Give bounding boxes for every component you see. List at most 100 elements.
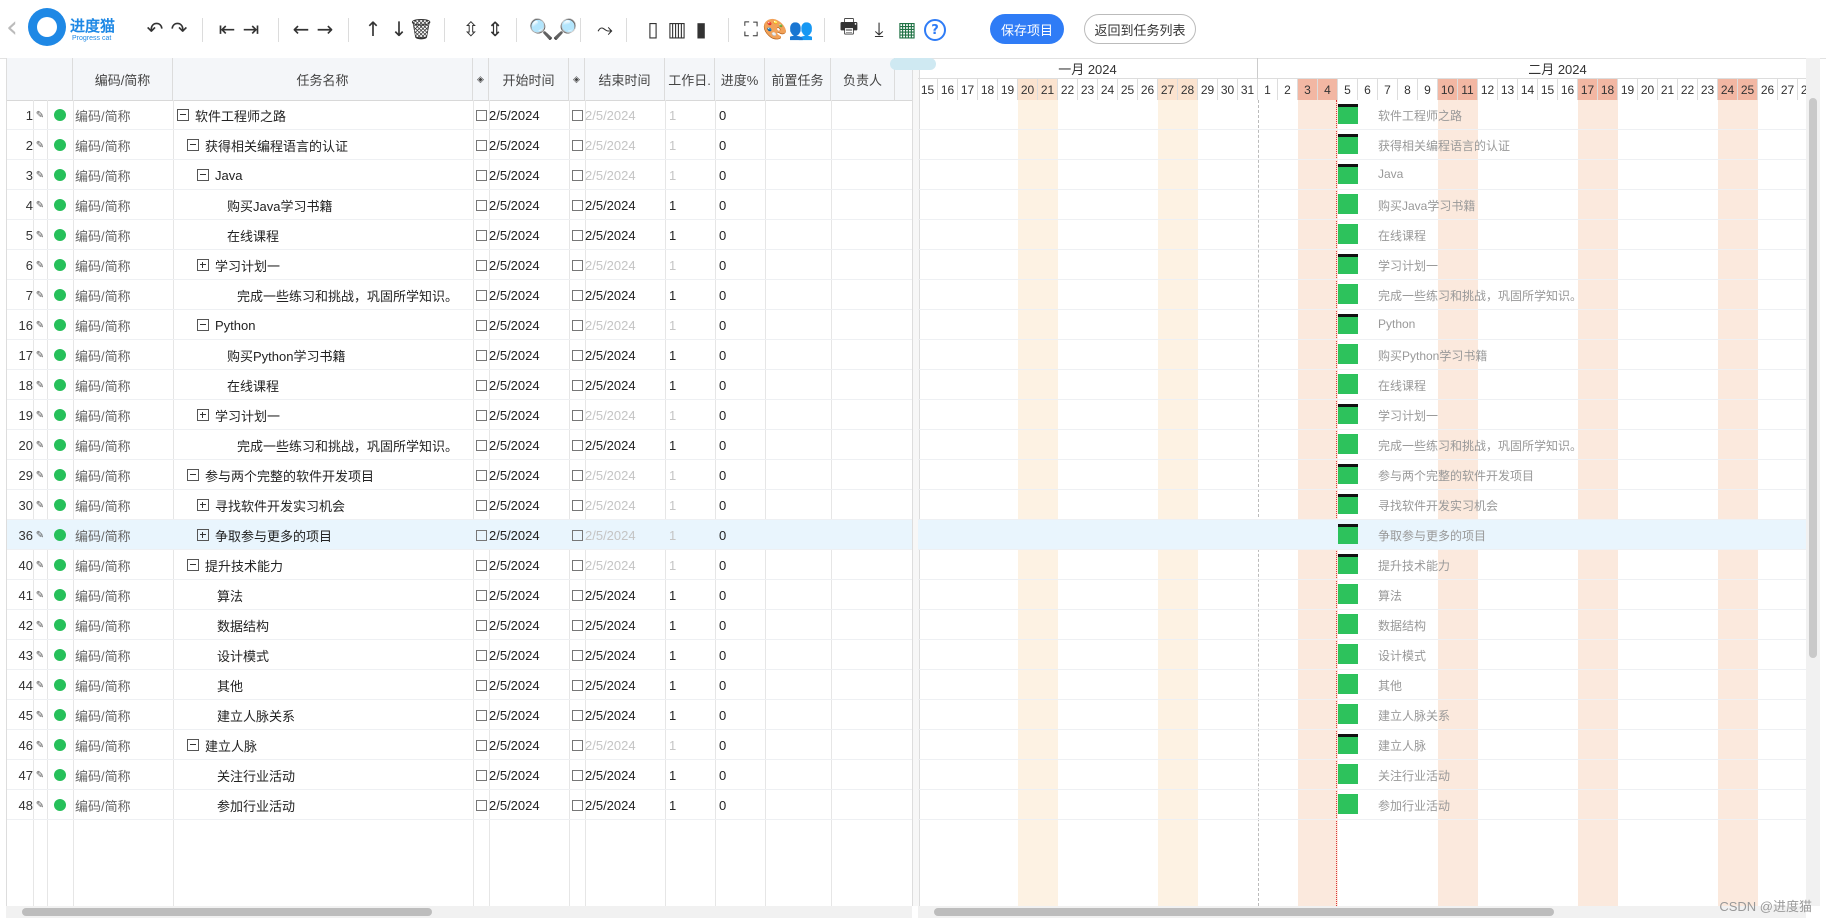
end-date[interactable]: 2/5/2024 bbox=[585, 670, 665, 700]
task-code[interactable]: 编码/简称 bbox=[73, 340, 173, 370]
task-name-cell[interactable]: 软件工程师之路 bbox=[173, 100, 473, 130]
end-checkbox[interactable] bbox=[569, 760, 585, 790]
start-date[interactable]: 2/5/2024 bbox=[489, 640, 569, 670]
task-bar[interactable] bbox=[1338, 764, 1358, 784]
start-checkbox[interactable] bbox=[473, 790, 489, 820]
task-code[interactable]: 编码/简称 bbox=[73, 580, 173, 610]
end-checkbox[interactable] bbox=[569, 370, 585, 400]
task-code[interactable]: 编码/简称 bbox=[73, 280, 173, 310]
task-code[interactable]: 编码/简称 bbox=[73, 790, 173, 820]
workdays[interactable]: 1 bbox=[665, 250, 715, 280]
edit-pencil-icon[interactable]: ✎ bbox=[33, 790, 47, 820]
end-date[interactable]: 2/5/2024 bbox=[585, 490, 665, 520]
header-end-time[interactable]: 结束时间 bbox=[585, 58, 665, 100]
workdays[interactable]: 1 bbox=[665, 580, 715, 610]
move-left-icon[interactable]: ← bbox=[290, 16, 312, 42]
task-name-cell[interactable]: 在线课程 bbox=[173, 220, 473, 250]
end-date[interactable]: 2/5/2024 bbox=[585, 190, 665, 220]
table-row[interactable]: 17 ✎ 编码/简称 购买Python学习书籍 2/5/2024 2/5/2024 1 0 bbox=[7, 340, 913, 370]
task-name-cell[interactable]: 算法 bbox=[173, 580, 473, 610]
task-bar[interactable] bbox=[1338, 554, 1358, 574]
progress[interactable]: 0 bbox=[715, 730, 765, 760]
task-bar[interactable] bbox=[1338, 524, 1358, 544]
end-date[interactable]: 2/5/2024 bbox=[585, 520, 665, 550]
task-bar[interactable] bbox=[1338, 704, 1358, 724]
task-name-cell[interactable]: 学习计划一 bbox=[173, 400, 473, 430]
workdays[interactable]: 1 bbox=[665, 190, 715, 220]
end-date[interactable]: 2/5/2024 bbox=[585, 250, 665, 280]
edit-pencil-icon[interactable]: ✎ bbox=[33, 580, 47, 610]
end-checkbox[interactable] bbox=[569, 160, 585, 190]
start-checkbox[interactable] bbox=[473, 310, 489, 340]
end-date[interactable]: 2/5/2024 bbox=[585, 400, 665, 430]
table-row[interactable]: 18 ✎ 编码/简称 在线课程 2/5/2024 2/5/2024 1 0 bbox=[7, 370, 913, 400]
table-row[interactable]: 42 ✎ 编码/简称 数据结构 2/5/2024 2/5/2024 1 0 bbox=[7, 610, 913, 640]
task-bar[interactable] bbox=[1338, 734, 1358, 754]
header-start-time[interactable]: 开始时间 bbox=[489, 58, 569, 100]
workdays[interactable]: 1 bbox=[665, 730, 715, 760]
task-code[interactable]: 编码/简称 bbox=[73, 250, 173, 280]
edit-pencil-icon[interactable]: ✎ bbox=[33, 490, 47, 520]
task-code[interactable]: 编码/简称 bbox=[73, 760, 173, 790]
progress[interactable]: 0 bbox=[715, 280, 765, 310]
task-name-cell[interactable]: 在线课程 bbox=[173, 370, 473, 400]
table-row[interactable]: 3 ✎ 编码/简称 Java 2/5/2024 2/5/2024 1 0 bbox=[7, 160, 913, 190]
end-date[interactable]: 2/5/2024 bbox=[585, 760, 665, 790]
end-date[interactable]: 2/5/2024 bbox=[585, 310, 665, 340]
end-checkbox[interactable] bbox=[569, 490, 585, 520]
users-icon[interactable]: 👥 bbox=[789, 16, 814, 42]
edit-pencil-icon[interactable]: ✎ bbox=[33, 700, 47, 730]
start-checkbox[interactable] bbox=[473, 700, 489, 730]
start-checkbox[interactable] bbox=[473, 730, 489, 760]
delete-icon[interactable]: 🗑 bbox=[408, 16, 433, 42]
start-date[interactable]: 2/5/2024 bbox=[489, 520, 569, 550]
start-date[interactable]: 2/5/2024 bbox=[489, 550, 569, 580]
grid-horizontal-scrollbar[interactable] bbox=[6, 906, 912, 918]
task-bar[interactable] bbox=[1338, 464, 1358, 484]
edit-pencil-icon[interactable]: ✎ bbox=[33, 100, 47, 130]
workdays[interactable]: 1 bbox=[665, 220, 715, 250]
progress[interactable]: 0 bbox=[715, 580, 765, 610]
task-bar[interactable] bbox=[1338, 164, 1358, 184]
edit-pencil-icon[interactable]: ✎ bbox=[33, 310, 47, 340]
task-bar[interactable] bbox=[1338, 674, 1358, 694]
progress[interactable]: 0 bbox=[715, 490, 765, 520]
workdays[interactable]: 1 bbox=[665, 160, 715, 190]
end-checkbox[interactable] bbox=[569, 220, 585, 250]
progress[interactable]: 0 bbox=[715, 100, 765, 130]
table-row[interactable]: 1 ✎ 编码/简称 软件工程师之路 2/5/2024 2/5/2024 1 0 bbox=[7, 100, 913, 130]
task-code[interactable]: 编码/简称 bbox=[73, 160, 173, 190]
task-code[interactable]: 编码/简称 bbox=[73, 370, 173, 400]
vertical-scrollbar[interactable] bbox=[1806, 58, 1820, 906]
layout-gantt-icon[interactable]: ▮ bbox=[690, 16, 712, 42]
workdays[interactable]: 1 bbox=[665, 790, 715, 820]
progress[interactable]: 0 bbox=[715, 190, 765, 220]
vertical-scroll-thumb[interactable] bbox=[1809, 98, 1817, 658]
move-down-icon[interactable]: ↓ bbox=[388, 16, 410, 42]
start-checkbox[interactable] bbox=[473, 190, 489, 220]
task-name-cell[interactable]: 完成一些练习和挑战，巩固所学知识。 bbox=[173, 430, 473, 460]
zoom-out-icon[interactable]: 🔍 bbox=[529, 16, 554, 42]
start-date[interactable]: 2/5/2024 bbox=[489, 310, 569, 340]
edit-pencil-icon[interactable]: ✎ bbox=[33, 670, 47, 700]
end-checkbox[interactable] bbox=[569, 100, 585, 130]
edit-pencil-icon[interactable]: ✎ bbox=[33, 730, 47, 760]
end-date[interactable]: 2/5/2024 bbox=[585, 700, 665, 730]
task-code[interactable]: 编码/简称 bbox=[73, 670, 173, 700]
end-checkbox[interactable] bbox=[569, 640, 585, 670]
edit-pencil-icon[interactable]: ✎ bbox=[33, 280, 47, 310]
task-bar[interactable] bbox=[1338, 614, 1358, 634]
outdent-icon[interactable]: ⇤ bbox=[216, 16, 238, 42]
progress[interactable]: 0 bbox=[715, 550, 765, 580]
task-bar[interactable] bbox=[1338, 494, 1358, 514]
task-name-cell[interactable]: 寻找软件开发实习机会 bbox=[173, 490, 473, 520]
task-name-cell[interactable]: 获得相关编程语言的认证 bbox=[173, 130, 473, 160]
end-date[interactable]: 2/5/2024 bbox=[585, 130, 665, 160]
workdays[interactable]: 1 bbox=[665, 670, 715, 700]
edit-pencil-icon[interactable]: ✎ bbox=[33, 220, 47, 250]
end-checkbox[interactable] bbox=[569, 580, 585, 610]
progress[interactable]: 0 bbox=[715, 640, 765, 670]
start-checkbox[interactable] bbox=[473, 340, 489, 370]
progress[interactable]: 0 bbox=[715, 160, 765, 190]
header-task-name[interactable]: 任务名称 bbox=[173, 58, 473, 100]
